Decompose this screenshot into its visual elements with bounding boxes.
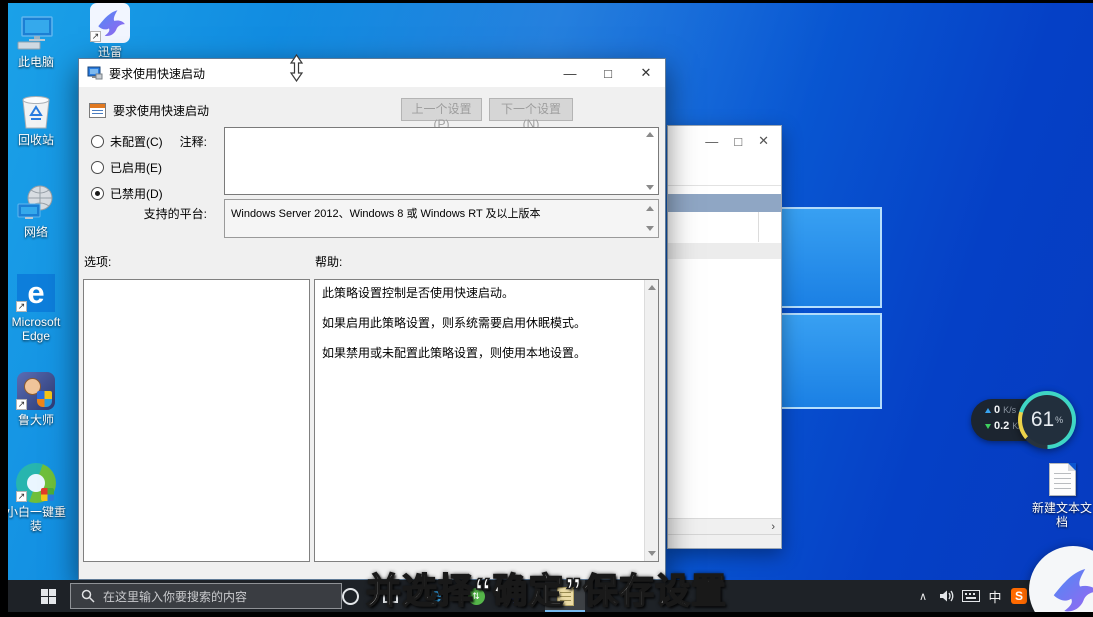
video-subtitle: 并选择“确定”保存设置 [0, 563, 1093, 614]
text-document-icon [1042, 460, 1082, 498]
radio-label: 已禁用(D) [110, 185, 163, 202]
shortcut-arrow-icon: ↗ [16, 491, 27, 502]
help-paragraph: 如果启用此策略设置，则系统需要启用休眠模式。 [322, 316, 639, 331]
comment-label: 注释: [169, 133, 207, 150]
vertical-scrollbar[interactable] [644, 280, 658, 561]
close-button[interactable]: ✕ [758, 133, 769, 149]
desktop-icon-label: 小白一键重装 [3, 505, 69, 533]
policy-setting-icon [89, 103, 106, 118]
options-panel[interactable] [83, 279, 310, 562]
comment-textarea[interactable] [224, 127, 659, 195]
status-bar [668, 534, 781, 548]
screen: 此电脑 回收站 网络 e ↗ M [0, 0, 1093, 617]
progress-percent-unit: % [1055, 415, 1063, 425]
desktop-icon-label: 鲁大师 [18, 413, 54, 427]
column-divider [758, 212, 759, 242]
desktop-icon-network[interactable]: 网络 [2, 184, 70, 239]
progress-ring[interactable]: 61 % [1018, 391, 1076, 449]
desktop-icon-label: 此电脑 [18, 55, 54, 69]
resize-cursor-icon [289, 54, 304, 82]
scroll-down-arrow-icon[interactable] [646, 185, 654, 190]
scroll-up-arrow-icon[interactable] [646, 132, 654, 137]
previous-setting-button[interactable]: 上一个设置(P) [401, 98, 482, 121]
help-paragraph: 如果禁用或未配置此策略设置，则使用本地设置。 [322, 346, 639, 361]
radio-disabled[interactable]: 已禁用(D) [91, 185, 163, 202]
desktop-icon-label: 新建文本文档 [1030, 501, 1093, 529]
recycle-bin-icon [16, 92, 56, 130]
window-titlebar: — □ ✕ [668, 126, 781, 156]
policy-window-icon [87, 66, 103, 80]
ludashi-icon: ↗ [16, 372, 56, 410]
desktop-icon-xiaobai[interactable]: ↗ 小白一键重装 [2, 464, 70, 533]
upload-speed-unit: K/s [1003, 405, 1016, 415]
scroll-up-arrow-icon[interactable] [646, 206, 654, 211]
horizontal-scrollbar[interactable]: › [668, 518, 781, 534]
radio-circle-icon [91, 187, 104, 200]
xiaobai-icon: ↗ [16, 464, 56, 502]
close-button[interactable]: ✕ [627, 59, 665, 87]
dialog-title: 要求使用快速启动 [109, 65, 551, 82]
help-label: 帮助: [315, 253, 342, 270]
radio-label: 已启用(E) [110, 159, 162, 176]
screen-edge-top [0, 0, 1093, 3]
upload-speed-value: 0 [994, 404, 1000, 416]
scroll-down-arrow-icon[interactable] [648, 551, 656, 556]
desktop-icon-this-pc[interactable]: 此电脑 [2, 14, 70, 69]
progress-percent: 61 [1031, 408, 1054, 432]
maximize-button[interactable]: □ [589, 59, 627, 87]
xunlei-bird-icon [1045, 562, 1093, 617]
network-icon [16, 184, 56, 222]
supported-platforms-label: 支持的平台: [143, 205, 207, 222]
help-paragraph: 此策略设置控制是否使用快速启动。 [322, 286, 639, 301]
column-header-band [668, 194, 781, 212]
this-pc-icon [16, 14, 56, 52]
desktop-icon-label: 回收站 [18, 133, 54, 147]
window-toolbar [668, 156, 781, 186]
desktop-icon-microsoft-edge[interactable]: e ↗ Microsoft Edge [2, 274, 70, 343]
shortcut-arrow-icon: ↗ [16, 301, 27, 312]
screen-edge-bottom [0, 612, 1093, 617]
edge-icon: e ↗ [16, 274, 56, 312]
radio-circle-icon [91, 161, 104, 174]
upload-arrow-icon [985, 408, 991, 413]
edge-glyph: e [27, 275, 44, 311]
minimize-button[interactable]: — [551, 59, 589, 87]
next-setting-button[interactable]: 下一个设置(N) [489, 98, 573, 121]
desktop-icon-recycle-bin[interactable]: 回收站 [2, 92, 70, 147]
shortcut-arrow-icon: ↗ [90, 31, 101, 42]
minimize-button[interactable]: — [705, 134, 718, 149]
desktop-icon-xunlei[interactable]: ↗ 迅雷 [76, 4, 144, 59]
options-label: 选项: [84, 253, 111, 270]
dialog-titlebar[interactable]: 要求使用快速启动 — □ ✕ [79, 59, 665, 87]
radio-circle-icon [91, 135, 104, 148]
radio-label: 未配置(C) [110, 133, 163, 150]
supported-platforms-value: Windows Server 2012、Windows 8 或 Windows … [231, 208, 541, 220]
group-policy-editor-window[interactable]: — □ ✕ › [667, 125, 782, 549]
scroll-down-arrow-icon[interactable] [646, 226, 654, 231]
setting-name: 要求使用快速启动 [113, 102, 209, 119]
help-panel[interactable]: 此策略设置控制是否使用快速启动。 如果启用此策略设置，则系统需要启用休眠模式。 … [314, 279, 659, 562]
setting-header: 要求使用快速启动 [79, 97, 665, 123]
desktop-icon-new-text-document[interactable]: 新建文本文档 [1030, 460, 1093, 529]
desktop-icon-ludashi[interactable]: ↗ 鲁大师 [2, 372, 70, 427]
list-row-highlight [668, 243, 781, 259]
xunlei-icon: ↗ [90, 4, 130, 42]
help-text: 此策略设置控制是否使用快速启动。 如果启用此策略设置，则系统需要启用休眠模式。 … [315, 280, 643, 561]
shortcut-arrow-icon: ↗ [16, 399, 27, 410]
download-speed-value: 0.2 [994, 420, 1009, 432]
policy-setting-dialog: 要求使用快速启动 — □ ✕ 要求使用快速启动 上一个设置(P) 下一个设置(N… [78, 58, 666, 580]
desktop-icon-label: 网络 [24, 225, 48, 239]
maximize-button[interactable]: □ [734, 134, 742, 149]
scroll-up-arrow-icon[interactable] [648, 285, 656, 290]
desktop-icon-label: Microsoft Edge [3, 315, 69, 343]
desktop-icon-label: 迅雷 [98, 45, 122, 59]
radio-not-configured[interactable]: 未配置(C) [91, 133, 163, 150]
radio-enabled[interactable]: 已启用(E) [91, 159, 162, 176]
download-arrow-icon [985, 424, 991, 429]
scroll-right-arrow-icon[interactable]: › [771, 521, 775, 533]
supported-platforms-box[interactable]: Windows Server 2012、Windows 8 或 Windows … [224, 199, 659, 238]
screen-edge-left [0, 0, 8, 617]
